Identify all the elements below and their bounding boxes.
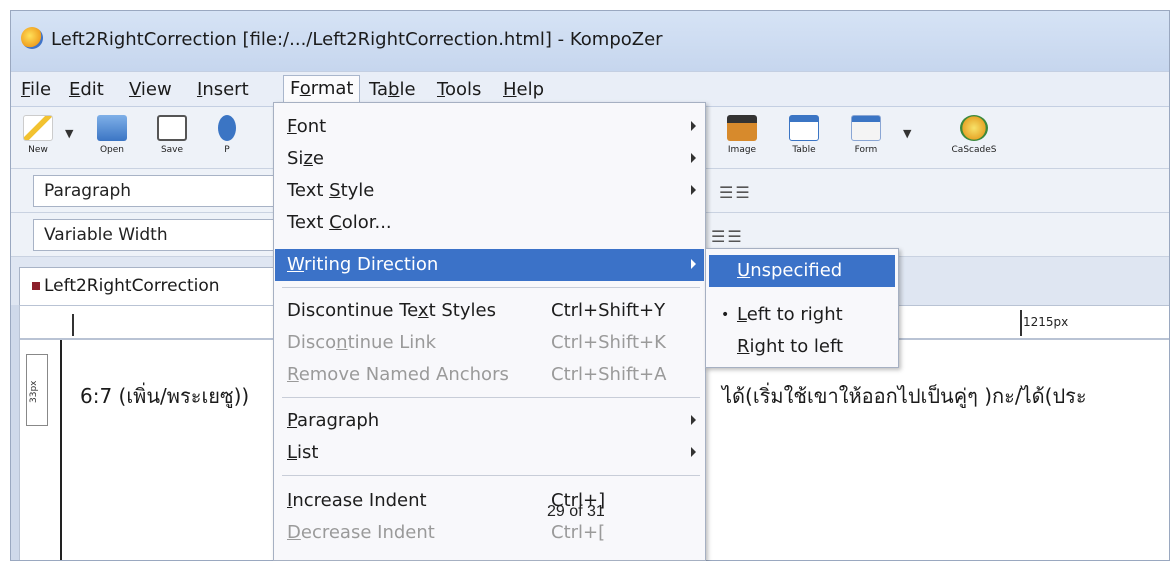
submenu-arrow-icon bbox=[691, 415, 696, 425]
menu-item-text-color[interactable]: Text Color... bbox=[275, 207, 704, 239]
menu-item-size[interactable]: Size bbox=[275, 143, 704, 175]
menu-table[interactable]: Table bbox=[363, 77, 422, 103]
document-icon bbox=[32, 282, 40, 290]
image-button[interactable]: Image bbox=[717, 115, 767, 155]
ruler-height-label: 33px bbox=[29, 380, 39, 404]
font-face-select[interactable]: Variable Width bbox=[33, 219, 303, 251]
ruler-width-label: 1215px bbox=[1023, 315, 1069, 329]
paragraph-format-select[interactable]: Paragraph bbox=[33, 175, 303, 207]
save-button[interactable]: Save bbox=[147, 115, 197, 155]
table-icon bbox=[789, 115, 819, 141]
window-title: Left2RightCorrection [file:/.../Left2Rig… bbox=[51, 29, 663, 50]
new-button[interactable]: New bbox=[13, 115, 63, 155]
open-button[interactable]: Open bbox=[87, 115, 137, 155]
menu-item-writing-direction[interactable]: Writing Direction bbox=[275, 249, 704, 281]
floppy-disk-icon bbox=[157, 115, 187, 141]
form-icon bbox=[851, 115, 881, 141]
menu-file[interactable]: File bbox=[15, 77, 57, 103]
image-icon bbox=[727, 115, 757, 141]
submenu-item-right-to-left[interactable]: Right to left bbox=[709, 331, 895, 363]
page-count-overlay: 29 of 31 bbox=[547, 503, 605, 520]
menu-view[interactable]: View bbox=[123, 77, 178, 103]
menu-item-remove-named-anchors: Remove Named Anchors Ctrl+Shift+A bbox=[287, 364, 667, 385]
menu-item-text-style[interactable]: Text Style bbox=[275, 175, 704, 207]
submenu-arrow-icon bbox=[691, 447, 696, 457]
menu-item-discontinue-link: Discontinue Link Ctrl+Shift+K bbox=[287, 332, 666, 353]
submenu-arrow-icon bbox=[691, 259, 696, 269]
vertical-ruler: 33px bbox=[26, 354, 48, 426]
ruler-start-marker[interactable] bbox=[72, 314, 74, 336]
menu-item-increase-indent[interactable]: Increase Indent Ctrl+] bbox=[275, 485, 704, 517]
title-bar: Left2RightCorrection [file:/.../Left2Rig… bbox=[11, 11, 1169, 71]
menu-separator bbox=[282, 287, 700, 288]
submenu-item-unspecified[interactable]: Unspecified bbox=[709, 255, 895, 287]
publish-icon bbox=[218, 115, 236, 141]
cascades-button[interactable]: CaScadeS bbox=[929, 115, 1019, 155]
publish-button[interactable]: P bbox=[207, 115, 247, 155]
submenu-arrow-icon bbox=[691, 185, 696, 195]
menu-separator bbox=[282, 475, 700, 476]
menu-edit[interactable]: Edit bbox=[63, 77, 110, 103]
page-boundary bbox=[60, 340, 62, 560]
menu-item-list[interactable]: List bbox=[275, 437, 704, 469]
submenu-arrow-icon bbox=[691, 153, 696, 163]
form-dropdown-arrow[interactable]: ▼ bbox=[903, 127, 911, 140]
menu-help[interactable]: Help bbox=[497, 77, 550, 103]
kompozer-logo-icon bbox=[21, 27, 43, 49]
folder-open-icon bbox=[97, 115, 127, 141]
table-button[interactable]: Table bbox=[779, 115, 829, 155]
ruler-end-marker[interactable] bbox=[1020, 310, 1022, 336]
list-style-icons[interactable]: ☰☰ bbox=[719, 183, 752, 202]
alignment-icons[interactable]: ☰☰ bbox=[711, 227, 744, 246]
document-text-right[interactable]: ได้(เริ่มใช้เขาให้ออกไปเป็นคู่ๆ )กะ/ได้(… bbox=[722, 380, 1087, 412]
submenu-item-left-to-right[interactable]: • Left to right bbox=[709, 299, 895, 331]
selected-bullet-icon: • bbox=[721, 307, 730, 323]
writing-direction-submenu: Unspecified • Left to right Right to left bbox=[705, 248, 899, 368]
menu-item-decrease-indent: Decrease Indent Ctrl+[ bbox=[287, 522, 606, 543]
menu-item-discontinue-text-styles[interactable]: Discontinue Text Styles Ctrl+Shift+Y bbox=[275, 295, 704, 327]
document-text-left[interactable]: 6:7 (เพิ่น/พระเยซู)) bbox=[80, 380, 249, 412]
menu-item-font[interactable]: Font bbox=[275, 111, 704, 143]
form-button[interactable]: Form bbox=[841, 115, 891, 155]
menu-item-paragraph[interactable]: Paragraph bbox=[275, 405, 704, 437]
pencil-icon bbox=[23, 115, 53, 141]
submenu-arrow-icon bbox=[691, 121, 696, 131]
cascades-icon bbox=[960, 115, 988, 141]
tab-left2rightcorrection[interactable]: Left2RightCorrection bbox=[19, 267, 281, 305]
menu-separator bbox=[282, 397, 700, 398]
new-dropdown-arrow[interactable]: ▼ bbox=[65, 127, 73, 140]
format-menu-dropdown: Font Size Text Style Text Color... Writi… bbox=[273, 102, 706, 561]
menu-insert[interactable]: Insert bbox=[191, 77, 255, 103]
menu-tools[interactable]: Tools bbox=[431, 77, 487, 103]
